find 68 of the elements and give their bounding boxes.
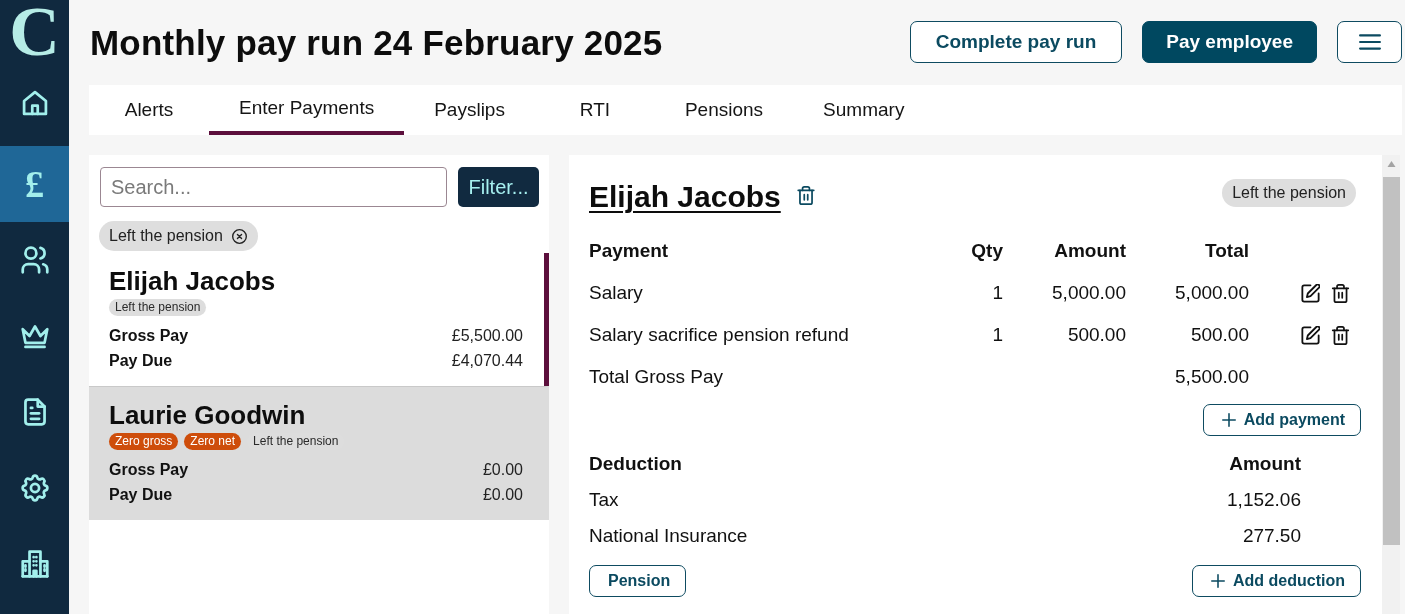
employee-card[interactable]: Laurie Goodwin Zero gross Zero net Left the pension Gross Pay £0.00 Pay Due £0.00	[89, 386, 549, 520]
table-cell: 1,152.06	[1227, 489, 1301, 511]
pay-due-value: £0.00	[482, 485, 523, 505]
edit-icon[interactable]	[1301, 325, 1320, 345]
app-logo: C	[9, 1, 60, 63]
menu-icon	[1358, 32, 1381, 51]
delete-icon[interactable]	[796, 185, 815, 205]
tab[interactable]: Enter Payments	[209, 85, 405, 135]
table-cell-text: Salary sacrifice pension refund	[589, 324, 850, 346]
gross-pay-label: Gross Pay	[109, 326, 189, 346]
tab[interactable]: Alerts	[89, 85, 209, 135]
employee-name: Elijah Jacobs	[109, 265, 277, 297]
column-header: Total	[1204, 240, 1249, 262]
column-header: Amount	[1229, 453, 1301, 475]
plus-icon	[1221, 413, 1236, 427]
pay-due-label: Pay Due	[109, 485, 173, 505]
status-tag: Zero net	[184, 433, 242, 450]
nav-item[interactable]: £	[0, 146, 69, 222]
table-cell-text: National Insurance	[589, 525, 749, 547]
column-header: Deduction	[589, 453, 683, 475]
gross-pay-value: £0.00	[482, 460, 523, 480]
column-header: Qty	[970, 240, 1003, 262]
table-cell-text: 500.00	[1189, 324, 1249, 346]
filter-button[interactable]: Filter...	[458, 167, 539, 207]
settings-icon	[19, 473, 50, 503]
table-cell-text: 5,000.00	[1174, 282, 1249, 304]
filter-chip[interactable]: Left the pension	[99, 221, 258, 251]
employee-name: Laurie Goodwin	[109, 399, 307, 431]
status-badge: Left the pension	[1222, 179, 1356, 207]
delete-icon[interactable]	[1331, 325, 1350, 345]
pay-due-label: Pay Due	[109, 351, 173, 371]
table-cell-text: Total Gross Pay	[589, 366, 725, 388]
table-cell-text: 500.00	[1066, 324, 1126, 346]
status-tag: Left the pension	[109, 299, 207, 316]
search-field[interactable]: Search...	[100, 167, 447, 207]
table-cell-text: 5,500.00	[1174, 366, 1249, 388]
tab[interactable]: Payslips	[404, 85, 535, 135]
table-cell-text: Salary	[589, 282, 644, 304]
tab[interactable]: Summary	[793, 85, 935, 135]
add-deduction-button[interactable]: Add deduction	[1192, 565, 1361, 597]
gross-pay-label: Gross Pay	[109, 460, 189, 480]
table-cell: 277.50	[1242, 525, 1301, 547]
tab[interactable]: RTI	[534, 85, 655, 135]
status-tag: Zero gross	[109, 433, 179, 450]
pension-button[interactable]: Pension	[589, 565, 687, 597]
building-icon	[19, 549, 50, 579]
employee-name-link[interactable]: Elijah Jacobs	[589, 180, 781, 214]
pay-due-value: £4,070.44	[451, 351, 523, 371]
table-cell-text: 5,000.00	[1051, 282, 1126, 304]
table-cell-text: Tax	[589, 489, 620, 511]
edit-icon[interactable]	[1301, 283, 1320, 303]
people-icon	[19, 245, 50, 275]
column-header: Payment	[589, 240, 670, 262]
add-payment-button[interactable]: Add payment	[1202, 404, 1361, 436]
plus-icon	[1211, 574, 1225, 588]
scrollbar-thumb[interactable]	[1382, 177, 1400, 545]
table-cell-text: 1	[991, 282, 1003, 304]
gross-pay-value: £5,500.00	[451, 326, 523, 346]
pay-employee-button[interactable]: Pay employee	[1142, 20, 1317, 63]
pound-sign-icon: £	[25, 164, 44, 204]
page-title: Monthly pay run 24 February 2025	[90, 22, 664, 63]
tab[interactable]: Pensions	[654, 85, 794, 135]
remove-icon[interactable]	[231, 228, 247, 244]
column-header: Amount	[1053, 240, 1126, 262]
table-cell-text: 1	[991, 324, 1003, 346]
delete-icon[interactable]	[1331, 283, 1350, 303]
menu-button[interactable]	[1337, 20, 1402, 63]
complete-pay-run-button[interactable]: Complete pay run	[909, 20, 1123, 63]
